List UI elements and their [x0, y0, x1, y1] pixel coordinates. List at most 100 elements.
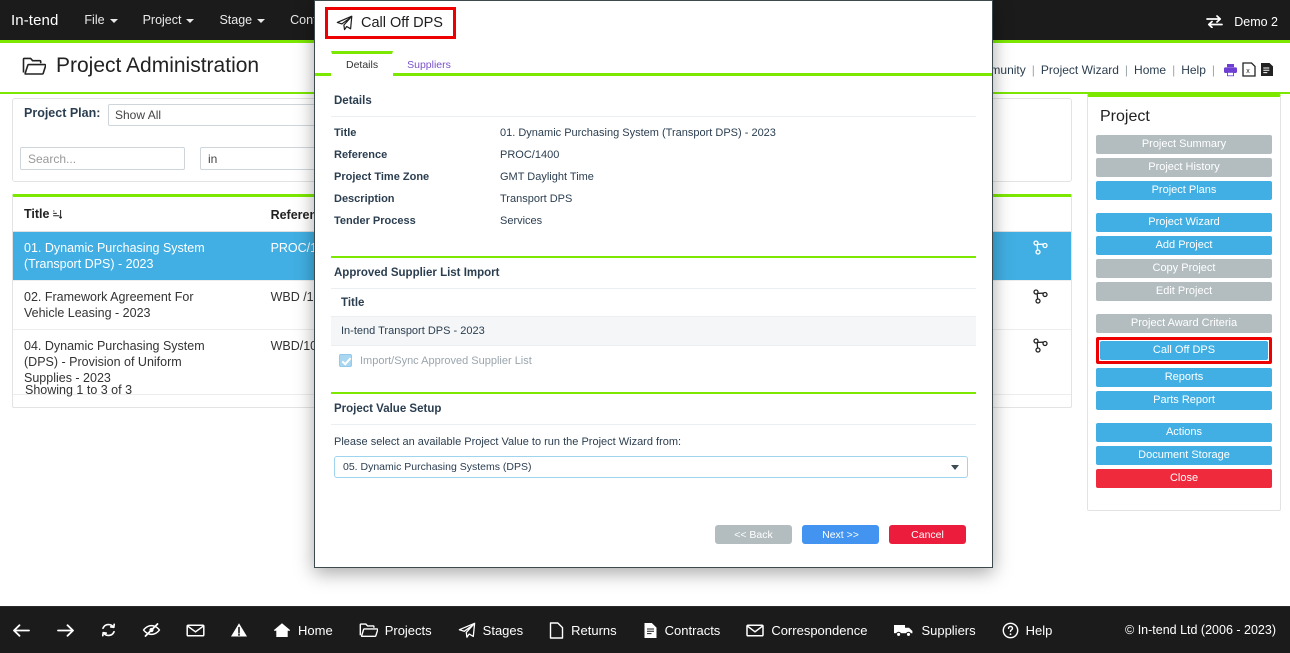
- svg-text:x: x: [1246, 68, 1250, 75]
- swap-arrows-icon[interactable]: [1206, 15, 1223, 28]
- column-header-action: [1008, 197, 1071, 232]
- sidebar-item-actions[interactable]: Actions: [1096, 423, 1272, 442]
- breadcrumb-icon-group: x: [1223, 62, 1274, 77]
- hierarchy-icon[interactable]: [1033, 240, 1048, 259]
- truck-icon: [893, 622, 914, 638]
- detail-row-tender-process: Tender Process Services: [331, 210, 976, 232]
- sidebar-item-document-storage[interactable]: Document Storage: [1096, 446, 1272, 465]
- envelope-icon: [746, 623, 764, 638]
- forward-arrow-icon[interactable]: [56, 623, 75, 638]
- bottom-nav-correspondence[interactable]: Correspondence: [746, 623, 867, 638]
- bottom-nav-contracts[interactable]: Contracts: [643, 622, 721, 639]
- sidebar-item-add-project[interactable]: Add Project: [1096, 236, 1272, 255]
- bottom-nav-label: Suppliers: [921, 623, 975, 638]
- home-icon: [273, 622, 291, 638]
- bottom-nav-projects[interactable]: Projects: [359, 622, 432, 638]
- sidebar-item-project-wizard[interactable]: Project Wizard: [1096, 213, 1272, 232]
- sidebar-item-close[interactable]: Close: [1096, 469, 1272, 488]
- project-value-select[interactable]: 05. Dynamic Purchasing Systems (DPS): [334, 456, 968, 478]
- chevron-down-icon: [186, 19, 194, 23]
- page-title-text: Project Administration: [56, 54, 259, 78]
- cell-action[interactable]: [1008, 281, 1071, 330]
- sidebar-item-parts-report[interactable]: Parts Report: [1096, 391, 1272, 410]
- cancel-button[interactable]: Cancel: [889, 525, 966, 544]
- export-doc-icon[interactable]: [1260, 62, 1274, 77]
- open-folder-icon: [22, 56, 46, 76]
- search-input[interactable]: Search...: [20, 147, 185, 170]
- detail-label: Title: [334, 127, 500, 139]
- modal-header: Call Off DPS: [315, 1, 992, 47]
- sidebar-item-edit-project[interactable]: Edit Project: [1096, 282, 1272, 301]
- asl-column-title: Title: [331, 289, 976, 317]
- detail-label: Reference: [334, 149, 500, 161]
- bottom-nav-home[interactable]: Home: [273, 622, 333, 638]
- hide-icon[interactable]: [142, 622, 161, 638]
- sidebar-item-reports[interactable]: Reports: [1096, 368, 1272, 387]
- detail-value: GMT Daylight Time: [500, 171, 594, 183]
- sidebar-item-project-award-criteria[interactable]: Project Award Criteria: [1096, 314, 1272, 333]
- paper-plane-icon: [336, 15, 353, 31]
- paper-plane-icon: [458, 622, 476, 638]
- refresh-icon[interactable]: [100, 622, 117, 638]
- cell-title: 02. Framework Agreement For Vehicle Leas…: [13, 281, 236, 330]
- back-arrow-icon[interactable]: [12, 623, 31, 638]
- folder-icon: [359, 622, 378, 638]
- hierarchy-icon[interactable]: [1033, 338, 1048, 357]
- asl-row-value[interactable]: In-tend Transport DPS - 2023: [331, 317, 976, 346]
- detail-label: Project Time Zone: [334, 171, 500, 183]
- bottom-nav-label: Projects: [385, 623, 432, 638]
- import-sync-checkbox-row[interactable]: Import/Sync Approved Supplier List: [331, 346, 976, 376]
- detail-row-title: Title 01. Dynamic Purchasing System (Tra…: [331, 122, 976, 144]
- cell-action[interactable]: [1008, 330, 1071, 395]
- nav-item-file[interactable]: File: [84, 13, 117, 27]
- tab-details[interactable]: Details: [331, 51, 393, 76]
- print-icon[interactable]: [1223, 63, 1238, 77]
- bottom-nav-stages[interactable]: Stages: [458, 622, 523, 638]
- detail-value: Transport DPS: [500, 193, 572, 205]
- approved-supplier-list-panel: Approved Supplier List Import Title In-t…: [331, 256, 976, 376]
- sort-icon: [52, 208, 62, 222]
- modal-title-highlight: Call Off DPS: [325, 7, 456, 39]
- modal-body: Details Title 01. Dynamic Purchasing Sys…: [315, 86, 992, 558]
- sidebar-item-project-plans[interactable]: Project Plans: [1096, 181, 1272, 200]
- nav-item-stage[interactable]: Stage: [219, 13, 265, 27]
- alert-icon[interactable]: [230, 622, 248, 638]
- modal-footer: << Back Next >> Cancel: [315, 525, 992, 544]
- project-value-selected-label: 05. Dynamic Purchasing Systems (DPS): [343, 461, 531, 473]
- detail-label: Tender Process: [334, 215, 500, 227]
- sidebar-group-spacer: [1096, 305, 1272, 314]
- sidebar-item-project-summary[interactable]: Project Summary: [1096, 135, 1272, 154]
- export-excel-icon[interactable]: x: [1242, 62, 1256, 77]
- call-off-dps-modal: Call Off DPS Details Suppliers Details T…: [314, 0, 993, 568]
- tab-suppliers[interactable]: Suppliers: [393, 54, 465, 76]
- mail-icon[interactable]: [186, 623, 205, 638]
- next-button[interactable]: Next >>: [802, 525, 879, 544]
- breadcrumb-item-project-wizard[interactable]: Project Wizard: [1041, 63, 1119, 77]
- brand-logo[interactable]: In-tend: [11, 12, 58, 29]
- breadcrumb: n-community | Project Wizard | Home | He…: [957, 62, 1274, 77]
- breadcrumb-separator: |: [1125, 63, 1128, 77]
- column-header-title[interactable]: Title: [13, 197, 236, 232]
- pv-heading: Project Value Setup: [331, 394, 976, 425]
- breadcrumb-item-help[interactable]: Help: [1181, 63, 1206, 77]
- nav-item-project[interactable]: Project: [143, 13, 195, 27]
- bottom-nav-suppliers[interactable]: Suppliers: [893, 622, 975, 638]
- pv-prompt: Please select an available Project Value…: [331, 425, 976, 456]
- hierarchy-icon[interactable]: [1033, 289, 1048, 308]
- sidebar-item-call-off-dps[interactable]: Call Off DPS: [1100, 341, 1268, 360]
- bottom-nav-help[interactable]: Help: [1002, 622, 1053, 639]
- bottom-nav-returns[interactable]: Returns: [549, 622, 617, 639]
- cell-spacer: [236, 232, 259, 281]
- back-button[interactable]: << Back: [715, 525, 792, 544]
- checkbox-checked-icon[interactable]: [339, 354, 352, 367]
- sidebar-item-project-history[interactable]: Project History: [1096, 158, 1272, 177]
- current-user-label[interactable]: Demo 2: [1234, 15, 1278, 29]
- contract-icon: [643, 622, 658, 639]
- project-value-setup-panel: Project Value Setup Please select an ava…: [331, 392, 976, 478]
- cell-title: 01. Dynamic Purchasing System (Transport…: [13, 232, 236, 281]
- breadcrumb-item-home[interactable]: Home: [1134, 63, 1166, 77]
- sidebar-item-copy-project[interactable]: Copy Project: [1096, 259, 1272, 278]
- cell-action[interactable]: [1008, 232, 1071, 281]
- page-title: Project Administration: [22, 54, 259, 78]
- chevron-down-icon: [951, 465, 959, 470]
